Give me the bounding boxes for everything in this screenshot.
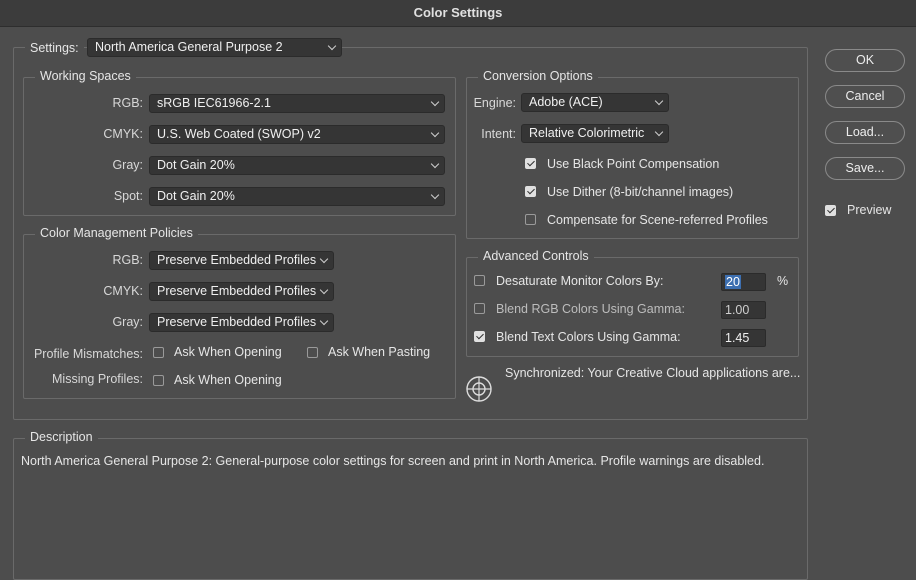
chevron-down-icon xyxy=(430,190,440,200)
missing-ask-when-opening-checkbox[interactable] xyxy=(153,375,164,386)
dither-checkbox[interactable] xyxy=(525,186,536,197)
preview-label: Preview xyxy=(847,203,892,217)
ws-gray-label: Gray: xyxy=(112,158,143,172)
blend-text-checkbox[interactable] xyxy=(474,331,485,342)
policy-cmyk-label: CMYK: xyxy=(103,284,143,298)
working-spaces-legend: Working Spaces xyxy=(35,69,136,84)
engine-dropdown[interactable]: Adobe (ACE) xyxy=(521,93,669,112)
chevron-down-icon xyxy=(654,127,664,137)
desaturate-unit: % xyxy=(777,274,789,288)
ok-button[interactable]: OK xyxy=(825,49,905,72)
policy-gray-label: Gray: xyxy=(112,315,143,329)
sync-status-text: Synchronized: Your Creative Cloud applic… xyxy=(505,366,801,380)
intent-label: Intent: xyxy=(481,127,516,141)
intent-value: Relative Colorimetric xyxy=(529,126,645,140)
sync-icon xyxy=(466,376,492,402)
policy-rgb-dropdown[interactable]: Preserve Embedded Profiles xyxy=(149,251,334,270)
settings-dropdown[interactable]: North America General Purpose 2 xyxy=(87,38,342,57)
engine-value: Adobe (ACE) xyxy=(529,95,603,109)
engine-label: Engine: xyxy=(473,96,516,110)
scene-referred-checkbox[interactable] xyxy=(525,214,536,225)
ws-rgb-value: sRGB IEC61966-2.1 xyxy=(157,96,271,110)
blend-rgb-checkbox[interactable] xyxy=(474,303,485,314)
ws-spot-label: Spot: xyxy=(113,189,143,203)
chevron-down-icon xyxy=(430,128,440,138)
conversion-legend: Conversion Options xyxy=(478,69,598,84)
chevron-down-icon xyxy=(319,254,329,264)
scene-referred-label: Compensate for Scene-referred Profiles xyxy=(547,213,768,227)
policy-cmyk-dropdown[interactable]: Preserve Embedded Profiles xyxy=(149,282,334,301)
blend-text-label: Blend Text Colors Using Gamma: xyxy=(496,330,681,344)
description-legend: Description xyxy=(25,430,98,445)
ask-when-opening-checkbox[interactable] xyxy=(153,347,164,358)
policy-rgb-label: RGB: xyxy=(112,253,143,267)
window-title: Color Settings xyxy=(413,5,503,20)
load-button[interactable]: Load... xyxy=(825,121,905,144)
ws-gray-value: Dot Gain 20% xyxy=(157,158,235,172)
desaturate-checkbox[interactable] xyxy=(474,275,485,286)
blend-rgb-input[interactable]: 1.00 xyxy=(721,301,766,319)
ws-spot-dropdown[interactable]: Dot Gain 20% xyxy=(149,187,445,206)
ws-rgb-dropdown[interactable]: sRGB IEC61966-2.1 xyxy=(149,94,445,113)
description-text: North America General Purpose 2: General… xyxy=(21,454,765,468)
blend-rgb-label: Blend RGB Colors Using Gamma: xyxy=(496,302,685,316)
ws-spot-value: Dot Gain 20% xyxy=(157,189,235,203)
ask-when-pasting-label: Ask When Pasting xyxy=(328,345,431,359)
ws-rgb-label: RGB: xyxy=(112,96,143,110)
ask-when-pasting-checkbox[interactable] xyxy=(307,347,318,358)
settings-dropdown-value: North America General Purpose 2 xyxy=(95,40,283,54)
desaturate-input[interactable]: 20 xyxy=(721,273,766,291)
policy-cmyk-value: Preserve Embedded Profiles xyxy=(157,284,317,298)
chevron-down-icon xyxy=(319,316,329,326)
black-point-label: Use Black Point Compensation xyxy=(547,157,720,171)
preview-checkbox[interactable] xyxy=(825,205,836,216)
chevron-down-icon xyxy=(430,159,440,169)
chevron-down-icon xyxy=(319,285,329,295)
chevron-down-icon xyxy=(654,96,664,106)
missing-profiles-label: Missing Profiles: xyxy=(52,372,143,386)
intent-dropdown[interactable]: Relative Colorimetric xyxy=(521,124,669,143)
ask-when-opening-label: Ask When Opening xyxy=(174,345,282,359)
policy-rgb-value: Preserve Embedded Profiles xyxy=(157,253,317,267)
advanced-legend: Advanced Controls xyxy=(478,249,594,264)
cancel-button[interactable]: Cancel xyxy=(825,85,905,108)
profile-mismatches-label: Profile Mismatches: xyxy=(33,347,143,361)
desaturate-value: 20 xyxy=(725,275,741,289)
missing-ask-when-opening-label: Ask When Opening xyxy=(174,373,282,387)
policies-legend: Color Management Policies xyxy=(35,226,198,241)
chevron-down-icon xyxy=(327,41,337,51)
ws-cmyk-label: CMYK: xyxy=(103,127,143,141)
save-button[interactable]: Save... xyxy=(825,157,905,180)
dither-label: Use Dither (8-bit/channel images) xyxy=(547,185,734,199)
chevron-down-icon xyxy=(430,97,440,107)
settings-label: Settings: xyxy=(25,41,84,56)
policy-gray-dropdown[interactable]: Preserve Embedded Profiles xyxy=(149,313,334,332)
desaturate-label: Desaturate Monitor Colors By: xyxy=(496,274,664,288)
policy-gray-value: Preserve Embedded Profiles xyxy=(157,315,317,329)
blend-text-input[interactable]: 1.45 xyxy=(721,329,766,347)
black-point-checkbox[interactable] xyxy=(525,158,536,169)
ws-cmyk-dropdown[interactable]: U.S. Web Coated (SWOP) v2 xyxy=(149,125,445,144)
ws-cmyk-value: U.S. Web Coated (SWOP) v2 xyxy=(157,127,321,141)
ws-gray-dropdown[interactable]: Dot Gain 20% xyxy=(149,156,445,175)
